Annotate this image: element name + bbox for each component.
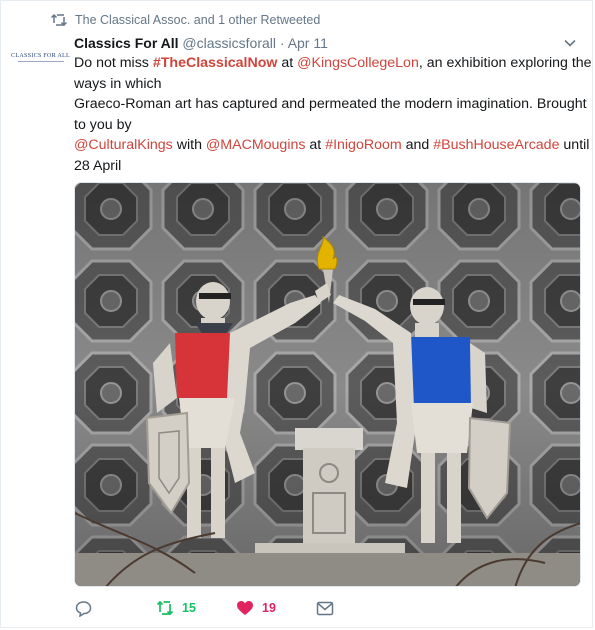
mention-link[interactable]: @KingsCollegeLon [297, 55, 419, 71]
mention-link[interactable]: @MACMougins [206, 137, 306, 153]
display-name[interactable]: Classics For All [74, 35, 179, 51]
tweet-line-6: 28 April [74, 157, 122, 174]
user-handle[interactable]: @classicsforall [182, 35, 276, 51]
tweet-line-2: ways in which [74, 75, 162, 92]
mention-link[interactable]: @CulturalKings [74, 137, 173, 153]
retweet-context: The Classical Assoc. and 1 other Retweet… [51, 12, 320, 28]
tweet-line-4: to you by [74, 116, 132, 133]
text-segment: at [277, 55, 298, 71]
avatar[interactable]: CLASSICS FOR ALL [11, 48, 70, 66]
tweet-line-5: @CulturalKings with @MACMougins at #Inig… [74, 135, 589, 156]
reply-button[interactable] [74, 597, 92, 619]
like-button[interactable]: 19 [236, 597, 276, 619]
text-segment: and [401, 137, 434, 153]
tweet-actions: 15 19 [74, 597, 554, 619]
separator: · [279, 35, 285, 51]
retweet-button[interactable]: 15 [156, 597, 196, 619]
tweet-photo[interactable] [74, 182, 581, 587]
avatar-rule [17, 61, 64, 62]
retweet-context-text: The Classical Assoc. and 1 other Retweet… [75, 13, 321, 27]
avatar-label: CLASSICS FOR ALL [11, 52, 70, 59]
text-segment: , an exhibition exploring the [418, 55, 592, 71]
like-count: 19 [262, 601, 276, 615]
text-segment: Do not miss [74, 55, 153, 71]
text-segment: at [305, 137, 326, 153]
envelope-icon [316, 599, 334, 617]
tweet-card[interactable]: The Classical Assoc. and 1 other Retweet… [0, 0, 593, 628]
tweet-line-3: Graeco-Roman art has captured and permea… [74, 96, 587, 112]
heart-icon [236, 599, 254, 617]
text-segment: until [559, 137, 590, 153]
statue-photo-illustration [75, 183, 580, 586]
tweet-line-1: Do not miss #TheClassicalNow at @KingsCo… [74, 53, 592, 74]
retweet-icon [156, 599, 174, 617]
text-segment: with [172, 137, 206, 153]
hashtag-link[interactable]: #TheClassicalNow [153, 55, 278, 71]
direct-message-button[interactable] [316, 597, 334, 619]
hashtag-link[interactable]: #InigoRoom [325, 137, 402, 153]
tweet-header: Classics For All @classicsforall · Apr 1… [74, 34, 328, 52]
tweet-date[interactable]: Apr 11 [288, 35, 328, 51]
hashtag-link[interactable]: #BushHouseArcade [433, 137, 559, 153]
reply-icon [74, 599, 92, 617]
retweet-icon [51, 13, 69, 27]
tweet-text: Do not miss #TheClassicalNow at @KingsCo… [74, 53, 592, 176]
chevron-down-icon[interactable] [563, 36, 577, 50]
retweet-count: 15 [182, 601, 196, 615]
